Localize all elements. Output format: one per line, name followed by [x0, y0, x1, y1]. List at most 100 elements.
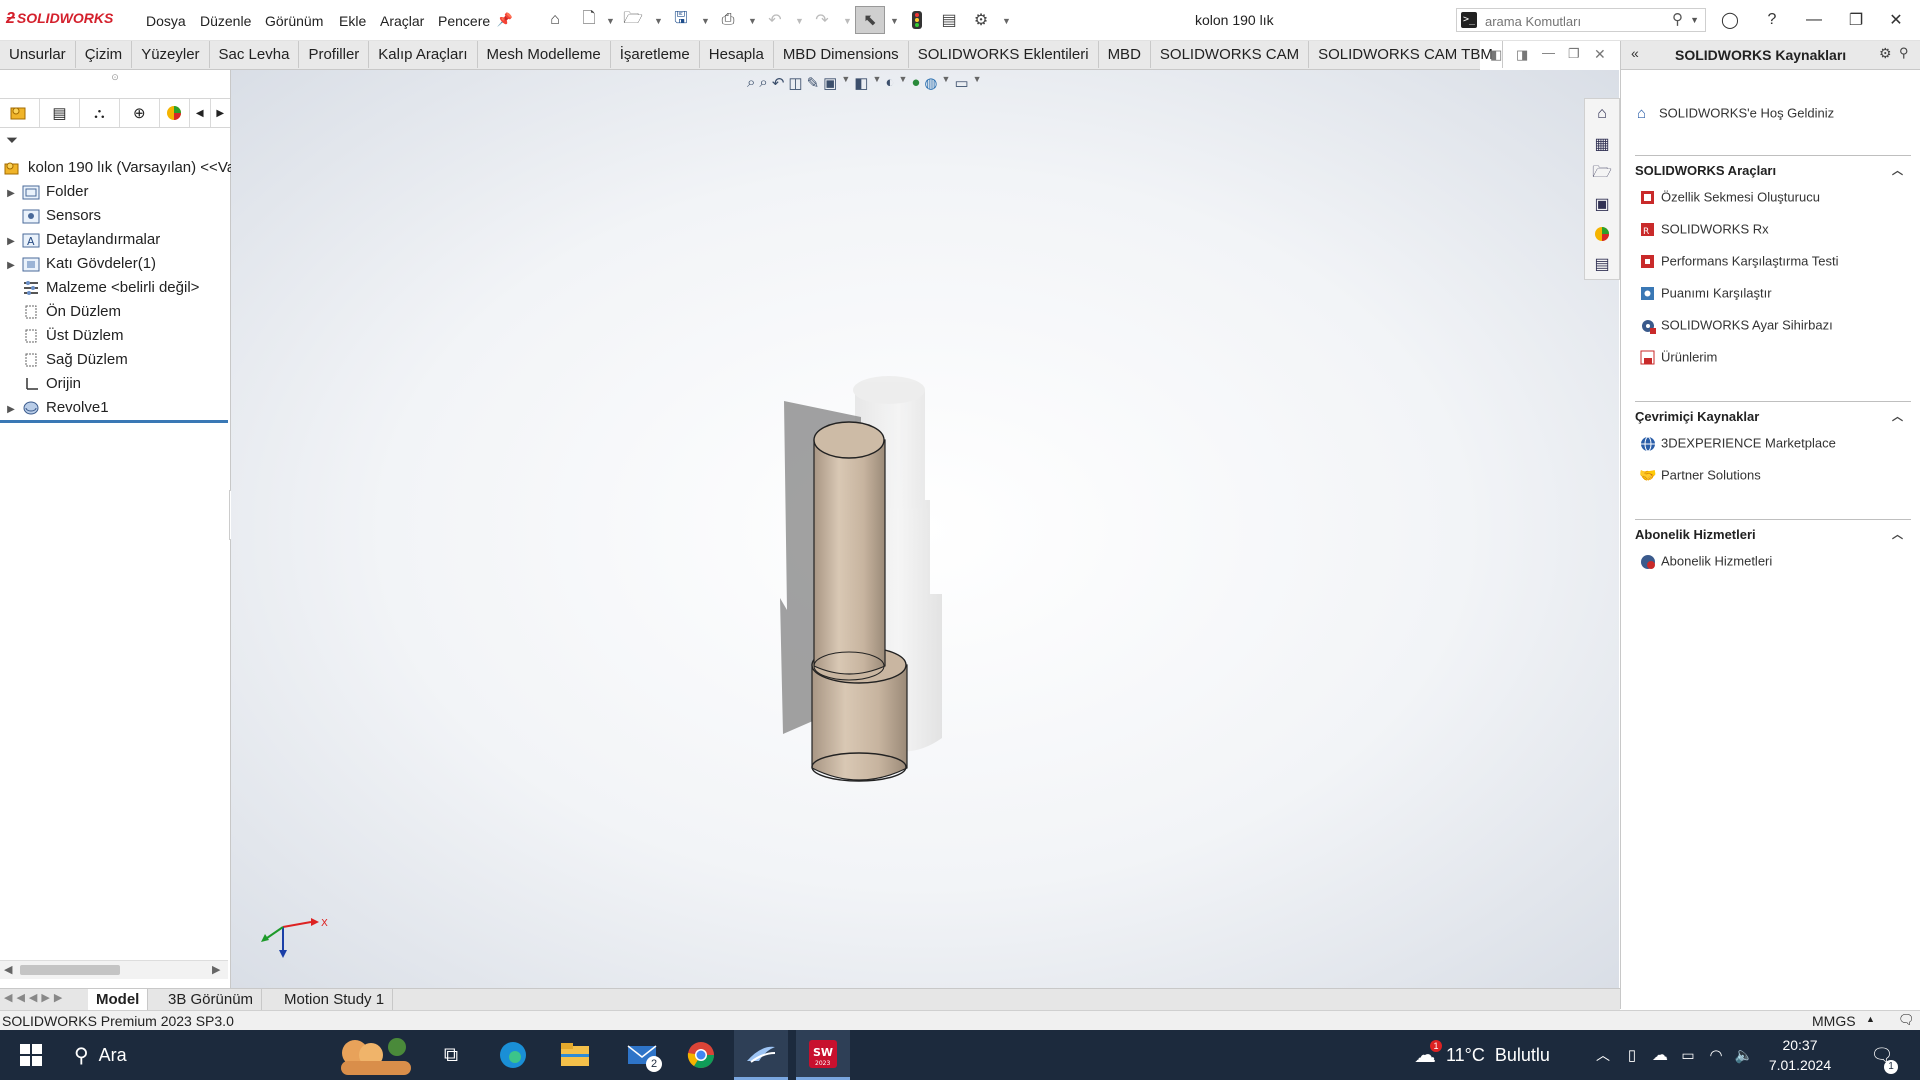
chevron-down-icon[interactable]: ▼	[1690, 15, 1699, 25]
chevron-down-icon[interactable]: ▼	[890, 16, 899, 26]
tab-kalip-araclari[interactable]: Kalıp Araçları	[369, 41, 478, 68]
pin-icon[interactable]: 📌	[494, 10, 516, 30]
menu-pencere[interactable]: Pencere	[438, 13, 490, 29]
tab-scroll-arrows-icon[interactable]: ◀◀◀▶▶	[4, 991, 66, 1004]
configuration-manager-tab-icon[interactable]: ⛬	[80, 99, 120, 127]
tab-yuzeyler[interactable]: Yüzeyler	[132, 41, 210, 68]
tab-mesh-modelleme[interactable]: Mesh Modelleme	[478, 41, 611, 68]
scroll-right-icon[interactable]: ▶	[212, 963, 220, 976]
tree-item-sensors[interactable]: Sensors	[0, 204, 101, 228]
file-explorer-icon[interactable]	[550, 1030, 600, 1080]
windows-start-icon[interactable]	[6, 1030, 56, 1080]
chevron-right-icon[interactable]: ▶	[211, 99, 230, 127]
tree-item-folder[interactable]: ▶ Folder	[0, 180, 88, 204]
tile-left-icon[interactable]: ◧	[1490, 47, 1502, 63]
panel-grip-icon[interactable]: ⊙	[0, 70, 230, 90]
rollback-bar[interactable]	[0, 420, 228, 423]
feature-manager-tab-icon[interactable]	[0, 99, 40, 127]
task-pane-settings-icon[interactable]: ⚙	[1879, 45, 1892, 62]
tree-item-malzeme[interactable]: Malzeme <belirli değil>	[0, 276, 199, 300]
tab-isaretleme[interactable]: İşaretleme	[611, 41, 700, 68]
weather-widget[interactable]: ☁ 1 11°C Bulutlu	[1414, 1030, 1604, 1080]
scroll-left-icon[interactable]: ◀	[4, 963, 12, 976]
menu-gorunum[interactable]: Görünüm	[265, 13, 323, 29]
tree-item-orijin[interactable]: Orijin	[0, 372, 81, 396]
task-view-icon[interactable]: ⧉	[426, 1030, 476, 1080]
clock[interactable]: 20:37 7.01.2024	[1762, 1030, 1838, 1080]
menu-ekle[interactable]: Ekle	[339, 13, 366, 29]
link-welcome[interactable]: ⌂ SOLIDWORKS'e Hoş Geldiniz	[1637, 105, 1834, 123]
section-solidworks-araclari[interactable]: SOLIDWORKS Araçları ︿	[1635, 155, 1911, 181]
options-gear-icon[interactable]: ⚙	[970, 10, 992, 30]
tab-cizim[interactable]: Çizim	[76, 41, 133, 68]
collapse-chevron-icon[interactable]: ︿	[1892, 408, 1903, 424]
mail-icon[interactable]: 2	[614, 1030, 670, 1080]
print-icon[interactable]: ⎙	[717, 10, 739, 30]
design-library-icon[interactable]: ▦	[1585, 129, 1619, 159]
tree-item-detaylandirmalar[interactable]: ▶ A Detaylandırmalar	[0, 228, 160, 252]
link-urunlerim[interactable]: Ürünlerim	[1639, 349, 1717, 367]
link-partner-solutions[interactable]: 🤝 Partner Solutions	[1639, 467, 1761, 485]
home-icon[interactable]: ⌂	[544, 10, 566, 30]
tree-item-ust-duzlem[interactable]: Üst Düzlem	[0, 324, 124, 348]
collapse-chevron-icon[interactable]: ︿	[1892, 526, 1903, 542]
help-icon[interactable]: ?	[1758, 8, 1786, 32]
expand-arrow-icon[interactable]: ▶	[0, 254, 22, 278]
file-properties-icon[interactable]: ▤	[938, 10, 960, 30]
file-explorer-icon[interactable]: 🗁	[1585, 159, 1619, 189]
chevron-left-icon[interactable]: ◀	[190, 99, 211, 127]
view-palette-icon[interactable]: ▣	[1585, 189, 1619, 219]
link-ozellik-sekmesi[interactable]: Özellik Sekmesi Oluşturucu	[1639, 189, 1820, 207]
custom-properties-icon[interactable]: ▤	[1585, 249, 1619, 279]
link-performans-testi[interactable]: Performans Karşılaştırma Testi	[1639, 253, 1838, 271]
tooltip-icon[interactable]: 🗨	[1898, 1012, 1915, 1028]
tree-item-on-duzlem[interactable]: Ön Düzlem	[0, 300, 121, 324]
wifi-icon[interactable]: ◠	[1704, 1030, 1728, 1080]
tab-sac-levha[interactable]: Sac Levha	[210, 41, 300, 68]
open-folder-icon[interactable]: 🗁	[622, 10, 644, 30]
chevron-up-icon[interactable]: ︿	[1592, 1030, 1614, 1080]
doc-restore-icon[interactable]: ❐	[1568, 46, 1580, 62]
tree-item-revolve1[interactable]: ▶ Revolve1	[0, 396, 108, 420]
taskbar-search[interactable]: ⚲ Ara	[62, 1030, 322, 1080]
chevron-up-icon[interactable]: ▲	[1866, 1014, 1875, 1024]
scrollbar-thumb[interactable]	[20, 965, 120, 975]
tree-item-sag-duzlem[interactable]: Sağ Düzlem	[0, 348, 128, 372]
app-swoosh-icon[interactable]	[734, 1030, 788, 1080]
menu-araclar[interactable]: Araçlar	[380, 13, 424, 29]
tab-solidworks-cam-tbm[interactable]: SOLIDWORKS CAM TBM	[1309, 41, 1503, 68]
tab-mbd-dimensions[interactable]: MBD Dimensions	[774, 41, 909, 68]
onedrive-cloud-icon[interactable]: ☁	[1648, 1030, 1672, 1080]
chevron-down-icon[interactable]: ▼	[654, 16, 663, 26]
collapse-chevron-icon[interactable]: ︿	[1892, 162, 1903, 178]
tab-3b-gorunum[interactable]: 3B Görünüm	[160, 989, 263, 1010]
tab-motion-study-1[interactable]: Motion Study 1	[276, 989, 394, 1010]
expand-arrow-icon[interactable]: ▶	[0, 230, 22, 254]
battery-icon[interactable]: ▭	[1676, 1030, 1700, 1080]
chevron-down-icon[interactable]: ▼	[701, 16, 710, 26]
solidworks-taskbar-icon[interactable]: SW 2023	[796, 1030, 850, 1080]
save-icon[interactable]: 🖫	[670, 10, 692, 30]
chevron-down-icon[interactable]: ▼	[748, 16, 757, 26]
tile-right-icon[interactable]: ◨	[1516, 47, 1528, 63]
doc-minimize-icon[interactable]: —	[1542, 45, 1555, 60]
chevron-down-icon[interactable]: ▼	[843, 16, 852, 26]
filter-icon[interactable]: ⏷	[6, 132, 26, 152]
close-window-icon[interactable]: ✕	[1882, 8, 1910, 32]
phone-link-icon[interactable]: ▯	[1620, 1030, 1644, 1080]
pin-icon[interactable]: ⚲	[1899, 45, 1909, 61]
graphics-area[interactable]: ⌕ ⌕ ↶ ◫ ✎ ▣ ▼ ◧ ▼ ◐ ▼ ● ◍ ▼ ▭ ▼ X	[231, 70, 1619, 988]
chevron-down-icon[interactable]: ▼	[1002, 16, 1011, 26]
notifications-icon[interactable]: 🗨 1	[1862, 1030, 1902, 1080]
undo-icon[interactable]: ↶	[764, 10, 786, 30]
tab-hesapla[interactable]: Hesapla	[700, 41, 774, 68]
link-solidworks-rx[interactable]: R SOLIDWORKS Rx	[1639, 221, 1769, 239]
new-document-icon[interactable]: 🗋	[578, 10, 600, 30]
link-abonelik-hizmetleri[interactable]: Abonelik Hizmetleri	[1639, 553, 1772, 571]
command-search-box[interactable]: >_ ⚲ ▼	[1456, 8, 1706, 32]
rebuild-traffic-light-icon[interactable]	[906, 10, 928, 30]
restore-window-icon[interactable]: ❐	[1842, 8, 1870, 32]
link-puanimi-karsilastir[interactable]: Puanımı Karşılaştır	[1639, 285, 1772, 303]
double-chevron-left-icon[interactable]: «	[1631, 45, 1639, 61]
tab-profiller[interactable]: Profiller	[299, 41, 370, 68]
